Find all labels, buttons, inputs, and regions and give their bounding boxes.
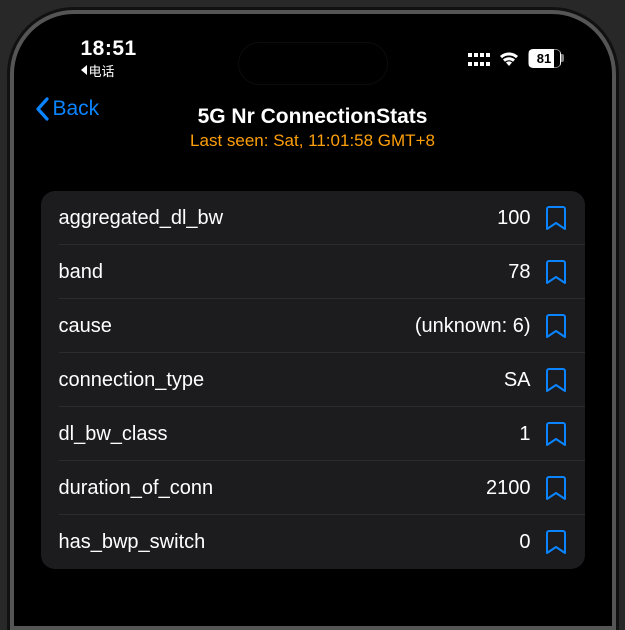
status-right: 81 — [468, 49, 561, 68]
list-item: cause (unknown: 6) — [41, 299, 585, 353]
stat-label: cause — [59, 315, 415, 338]
stat-value: 100 — [497, 207, 530, 230]
bookmark-icon[interactable] — [545, 421, 567, 447]
stat-value: 1 — [519, 423, 530, 446]
device-frame: 18:51 电话 81 — [10, 10, 616, 630]
caret-left-icon — [81, 65, 87, 75]
stat-label: has_bwp_switch — [59, 531, 520, 554]
list-item: duration_of_conn 2100 — [41, 461, 585, 515]
bookmark-icon[interactable] — [545, 529, 567, 555]
bookmark-icon[interactable] — [545, 367, 567, 393]
bookmark-icon[interactable] — [545, 313, 567, 339]
list-item: has_bwp_switch 0 — [41, 515, 585, 569]
list-item: aggregated_dl_bw 100 — [41, 191, 585, 245]
stat-label: band — [59, 261, 509, 284]
stats-list: aggregated_dl_bw 100 band 78 cause (unkn… — [41, 191, 585, 569]
stat-value: 0 — [519, 531, 530, 554]
screen: 18:51 电话 81 — [23, 23, 603, 617]
list-item: band 78 — [41, 245, 585, 299]
list-item: connection_type SA — [41, 353, 585, 407]
list-item: dl_bw_class 1 — [41, 407, 585, 461]
stat-value: SA — [504, 369, 531, 392]
bookmark-icon[interactable] — [545, 205, 567, 231]
bookmark-icon[interactable] — [545, 259, 567, 285]
bookmark-icon[interactable] — [545, 475, 567, 501]
stat-label: aggregated_dl_bw — [59, 207, 498, 230]
page-subtitle: Last seen: Sat, 11:01:58 GMT+8 — [190, 131, 435, 151]
stat-value: (unknown: 6) — [415, 315, 531, 338]
callback-phone[interactable]: 电话 — [81, 61, 115, 80]
dynamic-island — [238, 42, 388, 85]
stat-label: connection_type — [59, 369, 504, 392]
nav-bar: Back 5G Nr ConnectionStats Last seen: Sa… — [23, 93, 603, 163]
callback-label: 电话 — [89, 61, 115, 80]
stat-value: 2100 — [486, 477, 531, 500]
page-title: 5G Nr ConnectionStats — [198, 105, 428, 129]
clock-time: 18:51 — [81, 37, 137, 61]
back-button[interactable]: Back — [35, 97, 100, 121]
battery-icon: 81 — [528, 49, 561, 68]
battery-text: 81 — [529, 51, 560, 66]
status-left: 18:51 电话 — [81, 37, 137, 80]
wifi-icon — [498, 50, 520, 66]
chevron-left-icon — [35, 97, 49, 121]
stat-label: dl_bw_class — [59, 423, 520, 446]
stat-value: 78 — [508, 261, 530, 284]
back-label: Back — [53, 97, 100, 121]
cellular-signal-icon — [468, 50, 490, 66]
stat-label: duration_of_conn — [59, 477, 487, 500]
